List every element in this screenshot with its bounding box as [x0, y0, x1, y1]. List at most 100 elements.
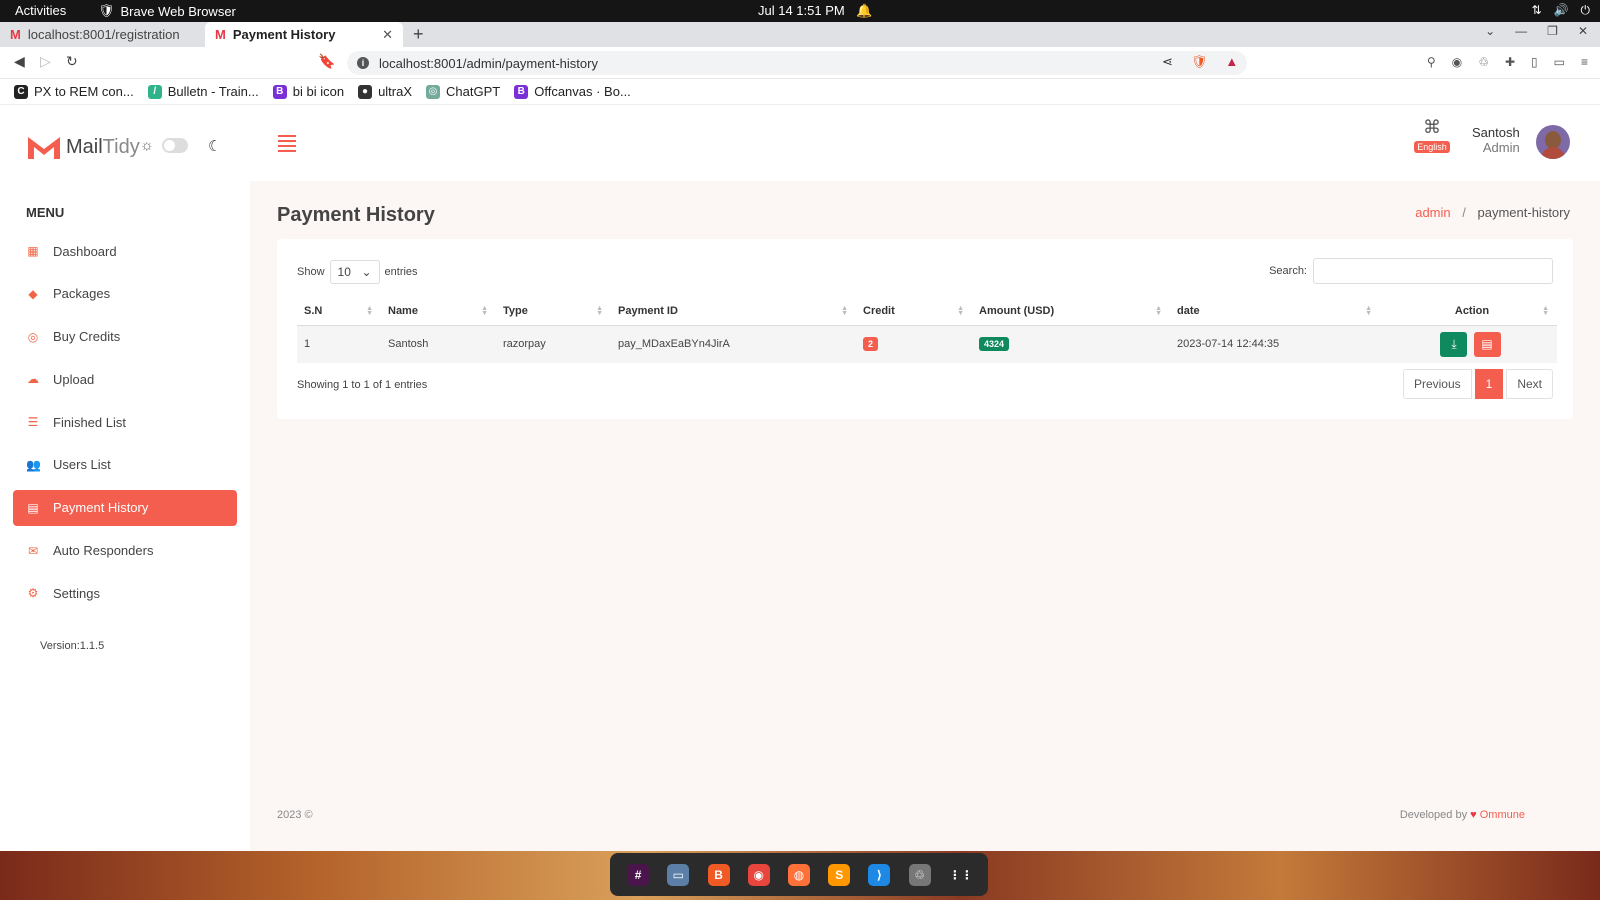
- column-header-amount[interactable]: Amount (USD) ▲ ▼: [972, 297, 1170, 326]
- tab-payment-history[interactable]: M Payment History ✕: [205, 22, 403, 47]
- new-tab-button[interactable]: +: [413, 22, 424, 47]
- network-icon[interactable]: ⇅: [1531, 3, 1541, 18]
- firefox-icon[interactable]: ◍: [787, 863, 810, 886]
- table-row: 1 Santosh razorpay pay_MDaxEaBYn4JirA 2 …: [297, 325, 1557, 363]
- brave-rewards-icon[interactable]: ▲: [1225, 54, 1238, 70]
- sort-icon: ▲ ▼: [481, 305, 488, 317]
- brave-shields-icon[interactable]: 🛡: [1191, 54, 1208, 70]
- url-bar[interactable]: i localhost:8001/admin/payment-history: [347, 51, 1247, 75]
- url-actions: ⋖ 🛡 ▲: [1162, 54, 1238, 70]
- system-tray[interactable]: ⇅ 🔊 ⏻: [1531, 3, 1590, 18]
- version-label: Version:1.1.5: [40, 640, 105, 652]
- user-menu[interactable]: Santosh Admin: [1472, 125, 1520, 155]
- language-badge: English: [1414, 141, 1450, 153]
- sidebar-item-payment-history[interactable]: ▤ Payment History: [13, 489, 237, 526]
- footer-credit: Developed by ♥ Ommune: [1400, 809, 1525, 821]
- extension-icon[interactable]: ◉: [1452, 55, 1462, 69]
- breadcrumb-link[interactable]: admin: [1415, 205, 1450, 220]
- slack-icon[interactable]: #: [627, 863, 650, 886]
- moon-icon[interactable]: ☾: [208, 137, 221, 155]
- bookmark-label: Bulletn - Train...: [167, 84, 259, 99]
- bell-icon[interactable]: 🔔: [856, 3, 872, 19]
- bookmark-icon[interactable]: 🔖: [318, 53, 335, 70]
- sidebar-icon[interactable]: ▯: [1531, 55, 1538, 69]
- sidebar: MailTidy ☼ ☾ MENU ▦ Dashboard ◆ Packages…: [0, 105, 250, 851]
- sidebar-item-label: Finished List: [53, 414, 126, 430]
- app-menu[interactable]: 🛡 Brave Web Browser: [98, 3, 236, 19]
- bookmark-item[interactable]: / Bulletn - Train...: [147, 84, 259, 99]
- tab-list-icon[interactable]: ⌄: [1485, 24, 1495, 38]
- brave-icon[interactable]: B: [707, 863, 730, 886]
- column-header-type[interactable]: Type ▲ ▼: [496, 297, 611, 326]
- power-icon[interactable]: ⏻: [1581, 3, 1591, 18]
- sort-icon: ▲ ▼: [957, 305, 964, 317]
- bookmark-item[interactable]: ● ultraX: [358, 84, 412, 99]
- column-header-date[interactable]: date ▲ ▼: [1170, 297, 1380, 326]
- search-input[interactable]: [1313, 258, 1553, 284]
- invoice-button[interactable]: ▤: [1473, 331, 1501, 357]
- volume-icon[interactable]: 🔊: [1554, 3, 1569, 18]
- column-header-sn[interactable]: S.N ▲ ▼: [297, 297, 381, 326]
- entries-label: entries: [384, 266, 418, 278]
- hamburger-menu-icon[interactable]: [278, 135, 296, 155]
- theme-toggle: ☼ ☾: [140, 137, 221, 155]
- avatar[interactable]: [1536, 125, 1570, 159]
- table-search: Search:: [1269, 258, 1553, 284]
- puzzle-icon[interactable]: ✚: [1505, 55, 1515, 69]
- sidebar-item-auto-responders[interactable]: ✉ Auto Responders: [13, 533, 237, 569]
- bookmark-item[interactable]: B bi bi icon: [272, 84, 344, 99]
- vscode-icon[interactable]: ⟩: [868, 863, 891, 886]
- reload-icon[interactable]: ↻: [66, 53, 78, 70]
- entries-length-control: Show 10 ⌄ entries: [297, 260, 418, 284]
- column-header-name[interactable]: Name ▲ ▼: [381, 297, 496, 326]
- window-controls: ⌄ — ❐ ✕: [1485, 24, 1588, 38]
- clock[interactable]: Jul 14 1:51 PM: [758, 3, 845, 18]
- sidebar-item-users-list[interactable]: 👥 Users List: [13, 447, 237, 483]
- download-button[interactable]: ⤓: [1440, 331, 1468, 357]
- next-button[interactable]: Next: [1506, 369, 1553, 399]
- sidebar-item-label: Settings: [53, 585, 100, 601]
- apps-grid-icon[interactable]: ⋮⋮: [949, 864, 973, 886]
- sublime-icon[interactable]: S: [828, 863, 851, 886]
- menu-icon[interactable]: ≡: [1581, 55, 1588, 69]
- maximize-icon[interactable]: ❐: [1547, 24, 1558, 38]
- theme-switch[interactable]: [161, 138, 188, 153]
- bookmark-item[interactable]: C PX to REM con...: [14, 84, 134, 99]
- forward-icon[interactable]: ▷: [40, 53, 51, 70]
- extension-icon[interactable]: ⚲: [1427, 55, 1436, 69]
- tab-registration[interactable]: M localhost:8001/registration: [0, 22, 205, 47]
- language-selector[interactable]: ⌘ English: [1412, 117, 1452, 153]
- page-1-button[interactable]: 1: [1474, 369, 1504, 399]
- credit-badge: 2: [863, 337, 879, 352]
- tab-strip: M localhost:8001/registration M Payment …: [0, 22, 1600, 47]
- minimize-icon[interactable]: —: [1515, 24, 1527, 38]
- sidebar-item-upload[interactable]: ☁ Upload: [13, 361, 237, 397]
- files-icon[interactable]: ▭: [667, 863, 690, 886]
- share-icon[interactable]: ⋖: [1162, 54, 1173, 70]
- column-header-action[interactable]: Action ▲ ▼: [1380, 297, 1557, 326]
- activities-button[interactable]: Activities: [15, 3, 66, 18]
- trash-icon[interactable]: ♲: [908, 863, 931, 886]
- bookmark-item[interactable]: ◎ ChatGPT: [426, 84, 500, 99]
- sidebar-item-buy-credits[interactable]: ◎ Buy Credits: [13, 319, 237, 355]
- cell-amount: 4324: [972, 325, 1170, 363]
- back-icon[interactable]: ◀: [14, 53, 25, 70]
- logo[interactable]: MailTidy: [26, 133, 140, 161]
- extension-icon[interactable]: ♲: [1478, 55, 1489, 69]
- close-tab-icon[interactable]: ✕: [382, 27, 393, 43]
- bookmark-favicon-icon: /: [147, 84, 162, 99]
- sidebar-item-finished-list[interactable]: ☰ Finished List: [13, 404, 237, 440]
- wallet-icon[interactable]: ▭: [1554, 55, 1565, 69]
- sidebar-item-dashboard[interactable]: ▦ Dashboard: [13, 233, 237, 269]
- sidebar-item-settings[interactable]: ⚙ Settings: [13, 575, 237, 611]
- previous-button[interactable]: Previous: [1402, 369, 1472, 399]
- entries-select[interactable]: 10 ⌄: [329, 260, 380, 284]
- column-header-credit[interactable]: Credit ▲ ▼: [856, 297, 972, 326]
- close-window-icon[interactable]: ✕: [1578, 24, 1588, 38]
- site-info-icon[interactable]: i: [357, 57, 369, 69]
- sidebar-item-packages[interactable]: ◆ Packages: [13, 276, 237, 312]
- column-header-payment-id[interactable]: Payment ID ▲ ▼: [611, 297, 856, 326]
- bookmark-item[interactable]: B Offcanvas · Bo...: [514, 84, 631, 99]
- footer-brand-link[interactable]: Ommune: [1480, 809, 1525, 821]
- chrome-icon[interactable]: ◉: [747, 863, 770, 886]
